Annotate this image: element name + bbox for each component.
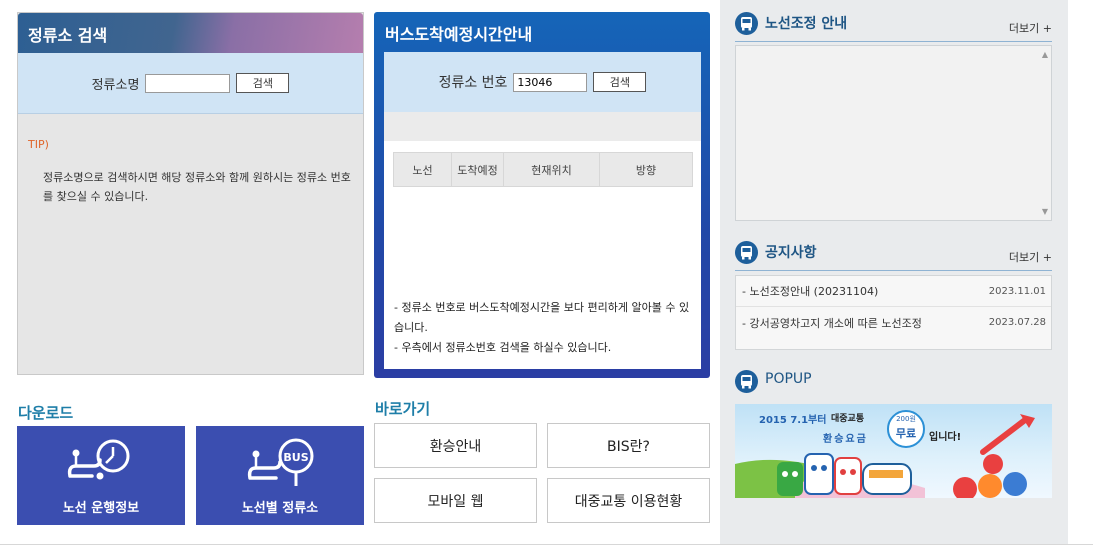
stop-search-button[interactable]: 검색 <box>236 73 290 93</box>
notices-more-link[interactable]: 더보기 + <box>1009 249 1052 265</box>
banner-slogan: 환승요금 <box>823 434 868 445</box>
page-scrollbar[interactable] <box>1068 0 1093 544</box>
notices-header: 공지사항 더보기 + <box>735 241 1052 271</box>
arrival-table: 노선 도착예정 현재위치 방향 <box>393 152 693 187</box>
popup-title: POPUP <box>765 371 812 387</box>
notice-date: 2023.11.01 <box>988 285 1046 297</box>
page: 정류소 검색 정류소명 검색 TIP) 정류소명으로 검색하시면 해당 정류소와… <box>0 0 1093 557</box>
notices-title: 공지사항 <box>765 245 817 261</box>
bus-character-red <box>834 457 862 495</box>
shortcuts-title: 바로가기 <box>375 400 431 418</box>
downloads-title: 다운로드 <box>18 404 74 422</box>
download-label: 노선별 정류소 <box>241 501 319 516</box>
right-column: 노선조정 안내 더보기 + ▲ ▼ 공지사항 더보기 + - 노선조정안내 (2… <box>720 0 1068 544</box>
tip-title: TIP) <box>28 138 49 151</box>
col-eta: 도착예정 <box>451 152 504 187</box>
arrival-note: - 정류소 번호로 버스도착예정시간을 보다 편리하게 알아볼 수 있습니다. <box>394 301 690 334</box>
banner-date: 2015 7.1부터 <box>759 415 827 426</box>
banner-end: 입니다! <box>929 432 962 443</box>
bus-character-blue <box>804 453 834 495</box>
route-adjust-list[interactable]: ▲ ▼ <box>735 45 1052 221</box>
tip-text: 정류소명으로 검색하시면 해당 정류소와 함께 원하시는 정류소 번호를 찾으실… <box>43 171 351 203</box>
stop-search-form: 정류소명 검색 <box>18 53 363 114</box>
banner-brand: 대중교통 <box>831 414 865 424</box>
arrival-strip <box>384 112 701 141</box>
stop-name-input[interactable] <box>145 73 231 93</box>
popup-header: POPUP <box>735 370 1052 400</box>
shortcut-transfer-button[interactable]: 환승안내 <box>374 423 537 468</box>
route-adjust-title: 노선조정 안내 <box>765 16 848 32</box>
col-location: 현재위치 <box>503 152 600 187</box>
bus-icon <box>735 370 758 393</box>
arrival-title: 버스도착예정시간안내 <box>385 25 533 44</box>
notice-title[interactable]: - 노선조정안내 (20231104) <box>742 283 878 299</box>
shortcut-bis-button[interactable]: BIS란? <box>547 423 710 468</box>
svg-text:BUS: BUS <box>283 451 308 464</box>
shortcut-usage-stats-button[interactable]: 대중교통 이용현황 <box>547 478 710 523</box>
stop-search-title: 정류소 검색 <box>18 13 363 53</box>
download-route-stops[interactable]: BUS 노선별 정류소 <box>196 426 364 525</box>
arrival-panel: 버스도착예정시간안내 정류소 번호 검색 노선 도착예정 현재위치 방향 - 정… <box>374 12 710 378</box>
col-direction: 방향 <box>599 152 693 187</box>
col-route: 노선 <box>393 152 452 187</box>
bus-icon <box>735 12 758 35</box>
arrival-search-button[interactable]: 검색 <box>593 72 647 92</box>
train-character <box>862 463 912 495</box>
banner-badge-top: 200원 <box>896 415 916 423</box>
bus-icon <box>735 241 758 264</box>
scroll-down-arrow-icon[interactable]: ▼ <box>1042 207 1048 216</box>
arrival-table-header: 노선 도착예정 현재위치 방향 <box>393 152 693 187</box>
arrival-form: 정류소 번호 검색 <box>384 52 701 112</box>
stop-number-label: 정류소 번호 <box>438 75 508 91</box>
notice-date: 2023.07.28 <box>988 317 1046 328</box>
stop-number-input[interactable] <box>513 72 588 92</box>
arrival-inner: 정류소 번호 검색 노선 도착예정 현재위치 방향 - 정류소 번호로 버스도착… <box>384 52 701 369</box>
notice-list: - 노선조정안내 (20231104) 2023.11.01 - 강서공영차고지… <box>735 275 1052 350</box>
download-route-info[interactable]: 노선 운행정보 <box>17 426 185 525</box>
popup-banner[interactable]: 2015 7.1부터 대중교통 환승요금 200원 무료 입니다! <box>735 404 1052 498</box>
route-adjust-more-link[interactable]: 더보기 + <box>1009 20 1052 36</box>
banner-badge: 무료 <box>895 427 917 440</box>
arrival-notes: - 정류소 번호로 버스도착예정시간을 보다 편리하게 알아볼 수 있습니다. … <box>394 298 694 358</box>
notice-item[interactable]: - 강서공영차고지 개소에 따른 노선조정 2023.07.28 <box>736 307 1051 338</box>
download-label: 노선 운행정보 <box>62 501 140 516</box>
shortcut-mobile-web-button[interactable]: 모바일 웹 <box>374 478 537 523</box>
arrival-note: - 우측에서 정류소번호 검색을 하실수 있습니다. <box>394 341 612 354</box>
route-adjust-header: 노선조정 안내 더보기 + <box>735 12 1052 42</box>
scroll-up-arrow-icon[interactable]: ▲ <box>1042 50 1048 59</box>
route-bus-icon: BUS <box>247 438 314 486</box>
stop-search-panel: 정류소 검색 정류소명 검색 TIP) 정류소명으로 검색하시면 해당 정류소와… <box>17 12 364 375</box>
bus-character-green <box>777 462 803 496</box>
notice-item[interactable]: - 노선조정안내 (20231104) 2023.11.01 <box>736 276 1051 307</box>
stop-name-label: 정류소명 <box>91 77 140 93</box>
footer-divider <box>0 544 1093 557</box>
notice-title[interactable]: - 강서공영차고지 개소에 따른 노선조정 <box>742 315 922 331</box>
route-clock-icon <box>67 439 130 480</box>
